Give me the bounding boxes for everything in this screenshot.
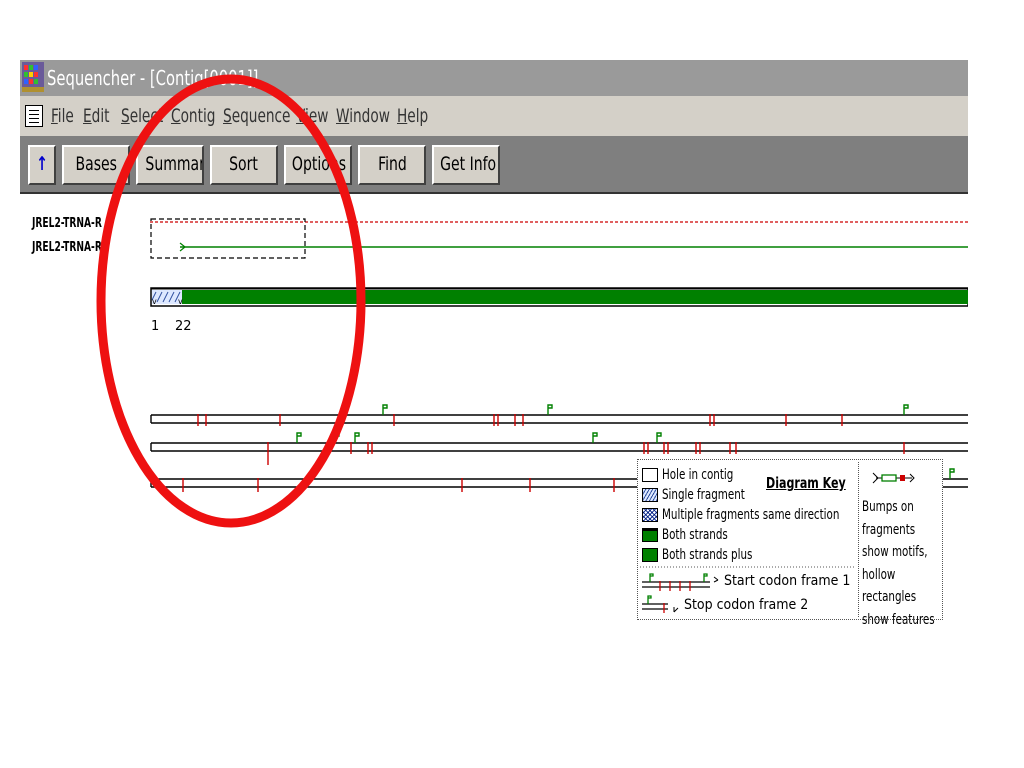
menu-window[interactable]: Window	[336, 104, 390, 128]
ruler-label-start: 1	[151, 319, 159, 334]
single-fragment-swatch	[642, 488, 658, 502]
ruler-mark-1: v	[152, 297, 157, 306]
key-notes: Bumps on fragments show motifs, hollow r…	[862, 496, 944, 625]
reading-frame-1[interactable]	[150, 404, 968, 426]
menu-select[interactable]: Select	[121, 104, 163, 128]
ruler-mark-22: v	[178, 297, 183, 306]
key-both-strands: Both strands	[642, 526, 742, 544]
document-icon[interactable]	[25, 105, 43, 127]
key-note-line: fragments	[862, 521, 916, 538]
options-button-label: Options	[291, 153, 347, 175]
hole-in-contig-swatch	[642, 468, 658, 482]
app-window: Sequencher - [Contig[0001]] File Edit Se…	[20, 60, 968, 625]
motif-feature-icon	[872, 472, 915, 484]
sequencher-app-icon[interactable]	[22, 62, 44, 92]
title-bar: Sequencher - [Contig[0001]]	[20, 60, 968, 96]
key-note-line: Bumps on	[862, 499, 914, 515]
key-multiple-fragments: Multiple fragments same direction	[642, 506, 878, 524]
toolbar: ↑ Bases Summary Sort Options Find Get In…	[20, 136, 968, 194]
menu-sequence[interactable]: Sequence	[223, 104, 290, 128]
sort-button-label: Sort	[229, 153, 259, 175]
sort-button[interactable]: Sort	[210, 145, 278, 185]
both-strands-swatch	[642, 528, 658, 542]
ruler-label-22: 22	[175, 319, 192, 334]
stop-codon-label: Stop codon frame 2	[684, 597, 808, 613]
key-note-line: hollow	[862, 566, 896, 583]
bases-button-label: Bases	[75, 153, 117, 175]
key-both-strands-plus: Both strands plus	[642, 546, 772, 564]
multiple-fragments-swatch	[642, 508, 658, 522]
menu-file[interactable]: File	[51, 104, 74, 128]
both-strands-region[interactable]	[182, 290, 968, 304]
key-note-line: show motifs,	[862, 544, 928, 560]
menu-help[interactable]: Help	[397, 104, 428, 128]
both-strands-plus-swatch	[642, 548, 658, 562]
contig-map-view: JREL2-TRNA-R JREL2-TRNA-R v v 1 22 Diagr…	[20, 194, 968, 625]
get-info-button-label: Get Info	[440, 153, 497, 175]
menu-view[interactable]: View	[296, 104, 328, 128]
start-codon-label: Start codon frame 1	[724, 573, 850, 589]
key-divider	[858, 462, 859, 617]
key-note-line: rectangles	[862, 589, 917, 605]
menu-contig[interactable]: Contig	[171, 104, 215, 128]
summary-button-label: Summary	[145, 153, 202, 175]
key-note-line: show features	[862, 611, 935, 626]
up-arrow-button[interactable]: ↑	[28, 145, 56, 185]
menu-bar: File Edit Select Contig Sequence View Wi…	[20, 96, 968, 136]
diagram-key-title: Diagram Key	[766, 474, 846, 492]
selection-box[interactable]	[150, 218, 306, 259]
key-codon-legend: Start codon frame 1 Stop codon frame 2	[640, 566, 856, 613]
summary-button[interactable]: Summary	[136, 145, 204, 185]
window-title: Sequencher - [Contig[0001]]	[47, 66, 259, 90]
get-info-button[interactable]: Get Info	[432, 145, 500, 185]
up-arrow-icon: ↑	[36, 153, 48, 175]
menu-edit[interactable]: Edit	[83, 104, 110, 128]
diagram-key: Diagram Key Hole in contig Single fragme…	[637, 459, 943, 625]
key-single-fragment: Single fragment	[642, 486, 763, 504]
key-hole-in-contig: Hole in contig	[642, 466, 749, 484]
bases-button[interactable]: Bases	[62, 145, 130, 185]
options-button[interactable]: Options	[284, 145, 352, 185]
find-button[interactable]: Find	[358, 145, 426, 185]
find-button-label: Find	[377, 153, 407, 175]
